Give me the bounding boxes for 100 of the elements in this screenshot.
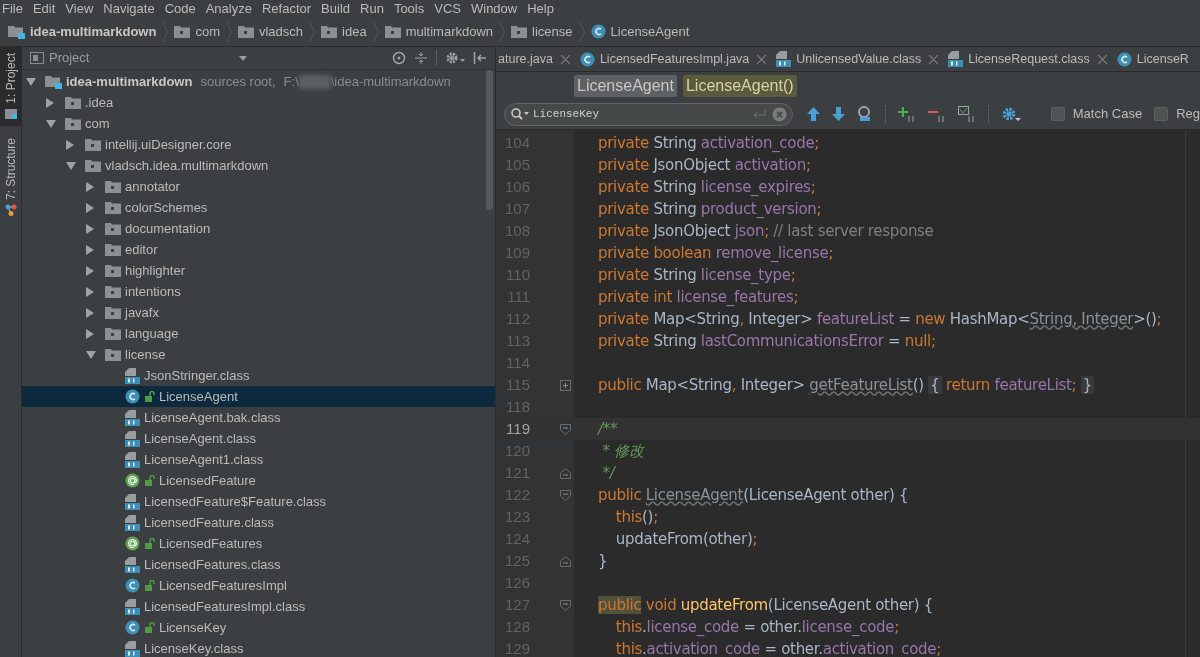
expanded-arrow-icon[interactable] bbox=[86, 350, 96, 359]
collapsed-arrow-icon[interactable] bbox=[86, 328, 94, 339]
collapsed-arrow-icon[interactable] bbox=[86, 202, 94, 213]
close-icon[interactable] bbox=[757, 54, 767, 64]
fold-marker-icon[interactable] bbox=[560, 423, 571, 435]
tool-window-tab[interactable]: 7: Structure bbox=[0, 131, 21, 222]
expanded-arrow-icon[interactable] bbox=[66, 161, 76, 170]
binary-file-icon bbox=[125, 556, 140, 573]
tree-item[interactable]: colorSchemes bbox=[22, 197, 495, 218]
folder-icon bbox=[105, 348, 121, 361]
tree-item[interactable]: LicenseAgent1.class bbox=[22, 449, 495, 470]
settings-icon[interactable] bbox=[445, 51, 465, 65]
tree-item-label: LicensedFeatures bbox=[159, 534, 263, 553]
fold-marker-icon[interactable] bbox=[560, 467, 571, 479]
tree-item[interactable]: license bbox=[22, 344, 495, 365]
expanded-arrow-icon[interactable] bbox=[46, 119, 56, 128]
expand-fold-icon[interactable] bbox=[560, 379, 571, 391]
tree-item[interactable]: LicensedFeaturesImpl.class bbox=[22, 596, 495, 617]
checkbox[interactable]: Match Case bbox=[1050, 104, 1143, 124]
tree-item[interactable]: LicenseKey.class bbox=[22, 638, 495, 657]
tree-item[interactable]: language bbox=[22, 323, 495, 344]
settings-icon[interactable] bbox=[1000, 106, 1021, 122]
menu-item[interactable]: VCS bbox=[434, 2, 461, 15]
menu-item[interactable]: View bbox=[65, 2, 94, 15]
search-field[interactable]: LicenseKey bbox=[533, 105, 752, 123]
fold-marker-icon[interactable] bbox=[560, 555, 571, 567]
tree-item[interactable]: LicenseAgent bbox=[22, 386, 495, 407]
select-all-occurrences-icon[interactable] bbox=[957, 106, 976, 122]
menu-item[interactable]: Run bbox=[360, 2, 384, 15]
tree-item[interactable]: annotator bbox=[22, 176, 495, 197]
code-line: this.license_code = other.license_code; bbox=[614, 616, 899, 638]
collapsed-arrow-icon[interactable] bbox=[66, 139, 74, 150]
tree-item[interactable]: LicenseAgent.bak.class bbox=[22, 407, 495, 428]
tree-item[interactable]: vladsch.idea.multimarkdown bbox=[22, 155, 495, 176]
breadcrumb-item[interactable]: idea-multimarkdown bbox=[30, 21, 157, 42]
folder-icon bbox=[105, 222, 121, 235]
menu-item[interactable]: Navigate bbox=[103, 2, 155, 15]
menu-item[interactable]: Help bbox=[527, 2, 554, 15]
breadcrumb-item[interactable]: vladsch bbox=[259, 21, 304, 42]
tree-item[interactable]: highlighter bbox=[22, 260, 495, 281]
fold-marker-icon[interactable] bbox=[560, 599, 571, 611]
collapse-all-icon[interactable] bbox=[414, 51, 428, 65]
tree-item[interactable]: javafx bbox=[22, 302, 495, 323]
fold-marker-icon[interactable] bbox=[560, 489, 571, 501]
scrollbar-thumb[interactable] bbox=[486, 70, 493, 210]
breadcrumb-item[interactable]: license bbox=[532, 21, 573, 42]
expanded-arrow-icon[interactable] bbox=[26, 77, 36, 86]
tool-window-tab[interactable]: 1: Project bbox=[0, 47, 21, 126]
menu-item[interactable]: Window bbox=[470, 2, 518, 15]
tree-item[interactable]: LicenseKey bbox=[22, 617, 495, 638]
collapsed-arrow-icon[interactable] bbox=[86, 307, 94, 318]
menu-item[interactable]: Analyze bbox=[205, 2, 252, 15]
collapsed-arrow-icon[interactable] bbox=[86, 286, 94, 297]
hide-panel-icon[interactable] bbox=[473, 51, 487, 65]
tree-item[interactable]: intentions bbox=[22, 281, 495, 302]
tree-item-label: LicensedFeature.class bbox=[144, 513, 275, 532]
close-icon[interactable] bbox=[560, 54, 570, 64]
collapsed-arrow-icon[interactable] bbox=[86, 223, 94, 234]
breadcrumb-item[interactable]: LicenseAgent bbox=[610, 21, 690, 42]
menu-item[interactable]: Refactor bbox=[261, 2, 312, 15]
dropdown-caret-icon[interactable] bbox=[239, 55, 248, 61]
search-icon[interactable] bbox=[510, 107, 530, 121]
collapsed-arrow-icon[interactable] bbox=[86, 244, 94, 255]
add-occurrence-icon[interactable] bbox=[897, 106, 916, 122]
tree-item[interactable]: intellij.uiDesigner.core bbox=[22, 134, 495, 155]
collapsed-arrow-icon[interactable] bbox=[86, 265, 94, 276]
tree-item[interactable]: idea-multimarkdown sources root, F:\ \idea-multimarkdown bbox=[22, 71, 495, 92]
structure-path-item[interactable]: LicenseAgent() bbox=[682, 74, 797, 97]
tree-item[interactable]: documentation bbox=[22, 218, 495, 239]
tree-item[interactable]: .idea bbox=[22, 92, 495, 113]
menu-item[interactable]: Tools bbox=[393, 2, 425, 15]
structure-path-item[interactable]: LicenseAgent bbox=[574, 74, 677, 97]
tree-item[interactable]: LicensedFeaturesImpl bbox=[22, 575, 495, 596]
tree-item[interactable]: editor bbox=[22, 239, 495, 260]
menu-item[interactable]: Code bbox=[164, 2, 196, 15]
arrow-up-icon[interactable] bbox=[806, 107, 820, 121]
breadcrumb-item[interactable]: com bbox=[195, 21, 220, 42]
search-box[interactable]: LicenseKey bbox=[504, 102, 793, 126]
collapsed-arrow-icon[interactable] bbox=[86, 181, 94, 192]
checkbox[interactable]: Reg bbox=[1154, 104, 1200, 124]
tree-item[interactable]: LicensedFeature$Feature.class bbox=[22, 491, 495, 512]
locate-icon[interactable] bbox=[392, 51, 406, 65]
tree-item[interactable]: JsonStringer.class bbox=[22, 365, 495, 386]
close-icon[interactable] bbox=[929, 54, 939, 64]
menu-item[interactable]: Build bbox=[321, 2, 350, 15]
close-icon[interactable] bbox=[1097, 54, 1107, 64]
breadcrumb-item[interactable]: idea bbox=[342, 21, 367, 42]
collapsed-arrow-icon[interactable] bbox=[46, 97, 54, 108]
find-all-icon[interactable] bbox=[856, 106, 873, 122]
menu-item[interactable]: File bbox=[2, 2, 23, 15]
tree-item[interactable]: LicensedFeatures.class bbox=[22, 554, 495, 575]
folder-icon bbox=[511, 25, 528, 38]
breadcrumb-item[interactable]: multimarkdown bbox=[405, 21, 494, 42]
tree-item[interactable]: LicenseAgent.class bbox=[22, 428, 495, 449]
tree-item[interactable]: LicensedFeature bbox=[22, 470, 495, 491]
menu-item[interactable]: Edit bbox=[32, 2, 56, 15]
arrow-down-icon[interactable] bbox=[831, 107, 845, 121]
tree-item[interactable]: LicensedFeature.class bbox=[22, 512, 495, 533]
tree-item[interactable]: com bbox=[22, 113, 495, 134]
tree-item[interactable]: LicensedFeatures bbox=[22, 533, 495, 554]
